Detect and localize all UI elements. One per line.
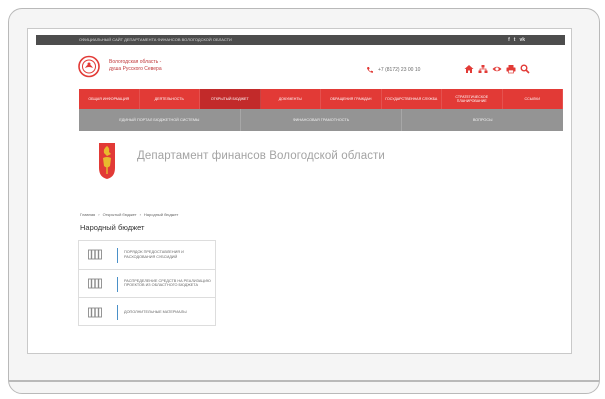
eye-icon[interactable] xyxy=(492,64,502,74)
facebook-icon[interactable]: f xyxy=(508,35,510,45)
logo-line-2: душа Русского Севера xyxy=(109,66,162,72)
breadcrumb-current: Народный бюджет xyxy=(143,212,179,217)
vk-icon[interactable]: vk xyxy=(519,35,525,45)
page-title: Народный бюджет xyxy=(80,223,145,232)
nav-item-open-budget[interactable]: ОТКРЫТЫЙ БЮДЖЕТ xyxy=(200,89,261,109)
top-bar: ОФИЦИАЛЬНЫЙ САЙТ ДЕПАРТАМЕНТА ФИНАНСОВ В… xyxy=(36,35,565,45)
breadcrumb-separator: › xyxy=(98,212,100,217)
nav-item-civil-service[interactable]: ГОСУДАРСТВЕННАЯ СЛУЖБА xyxy=(382,89,442,109)
nav-item-links[interactable]: ССЫЛКИ xyxy=(503,89,563,109)
breadcrumb-separator: › xyxy=(139,212,141,217)
nav-item-documents[interactable]: ДОКУМЕНТЫ xyxy=(261,89,321,109)
logo-text[interactable]: Вологодская область - душа Русского Севе… xyxy=(109,59,162,73)
subnav-item-financial-literacy[interactable]: ФИНАНСОВАЯ ГРАМОТНОСТЬ xyxy=(241,109,403,131)
social-links: f t vk xyxy=(508,35,525,45)
top-bar-title: ОФИЦИАЛЬНЫЙ САЙТ ДЕПАРТАМЕНТА ФИНАНСОВ В… xyxy=(79,37,232,42)
print-icon[interactable] xyxy=(506,64,516,74)
document-folder-icon xyxy=(88,249,102,260)
phone-number[interactable]: +7 (8172) 23 00 10 xyxy=(378,66,420,74)
nav-item-activity[interactable]: ДЕЯТЕЛЬНОСТЬ xyxy=(140,89,200,109)
logo-line-1: Вологодская область - xyxy=(109,59,162,65)
list-item[interactable]: РАСПРЕДЕЛЕНИЕ СРЕДСТВ НА РЕАЛИЗАЦИЮ ПРОЕ… xyxy=(79,270,215,299)
department-title: Департамент финансов Вологодской области xyxy=(137,150,385,162)
nav-item-citizen-appeals[interactable]: ОБРАЩЕНИЯ ГРАЖДАН xyxy=(321,89,382,109)
nav-item-strategic-planning[interactable]: СТРАТЕГИЧЕСКОЕ ПЛАНИРОВАНИЕ xyxy=(442,89,503,109)
search-icon[interactable] xyxy=(520,64,530,74)
subnav-item-questions[interactable]: ВОПРОСЫ xyxy=(402,109,563,131)
breadcrumb-home[interactable]: Главная xyxy=(80,212,95,217)
main-nav: ОБЩАЯ ИНФОРМАЦИЯ ДЕЯТЕЛЬНОСТЬ ОТКРЫТЫЙ Б… xyxy=(79,89,563,109)
document-folder-icon xyxy=(88,278,102,289)
item-accent-bar xyxy=(117,305,118,321)
phone-icon xyxy=(367,67,373,73)
list-item-label: ДОПОЛНИТЕЛЬНЫЕ МАТЕРИАЛЫ xyxy=(124,310,187,315)
list-item-label: РАСПРЕДЕЛЕНИЕ СРЕДСТВ НА РЕАЛИЗАЦИЮ ПРОЕ… xyxy=(124,278,211,288)
item-accent-bar xyxy=(117,248,118,263)
document-list: ПОРЯДОК ПРЕДОСТАВЛЕНИЯ И РАСХОДОВАНИЯ СУ… xyxy=(78,240,216,326)
browser-screen: ОФИЦИАЛЬНЫЙ САЙТ ДЕПАРТАМЕНТА ФИНАНСОВ В… xyxy=(27,28,572,354)
coat-of-arms-icon xyxy=(99,143,115,179)
breadcrumb: Главная › Открытый бюджет › Народный бюд… xyxy=(80,212,178,217)
list-item[interactable]: ПОРЯДОК ПРЕДОСТАВЛЕНИЯ И РАСХОДОВАНИЯ СУ… xyxy=(79,241,215,270)
list-item-label: ПОРЯДОК ПРЕДОСТАВЛЕНИЯ И РАСХОДОВАНИЯ СУ… xyxy=(124,250,184,259)
subnav-item-budget-portal[interactable]: ЕДИНЫЙ ПОРТАЛ БЮДЖЕТНОЙ СИСТЕМЫ xyxy=(79,109,241,131)
item-accent-bar xyxy=(117,276,118,292)
frame-divider xyxy=(9,380,599,382)
home-icon[interactable] xyxy=(464,64,474,74)
sitemap-icon[interactable] xyxy=(478,64,488,74)
twitter-icon[interactable]: t xyxy=(514,35,516,45)
region-logo-icon[interactable] xyxy=(75,55,103,78)
header-tools xyxy=(464,64,530,74)
document-folder-icon xyxy=(88,307,102,318)
list-item[interactable]: ДОПОЛНИТЕЛЬНЫЕ МАТЕРИАЛЫ xyxy=(79,298,215,327)
sub-nav: ЕДИНЫЙ ПОРТАЛ БЮДЖЕТНОЙ СИСТЕМЫ ФИНАНСОВ… xyxy=(79,109,563,131)
breadcrumb-open-budget[interactable]: Открытый бюджет xyxy=(103,212,137,217)
nav-item-general-info[interactable]: ОБЩАЯ ИНФОРМАЦИЯ xyxy=(79,89,140,109)
